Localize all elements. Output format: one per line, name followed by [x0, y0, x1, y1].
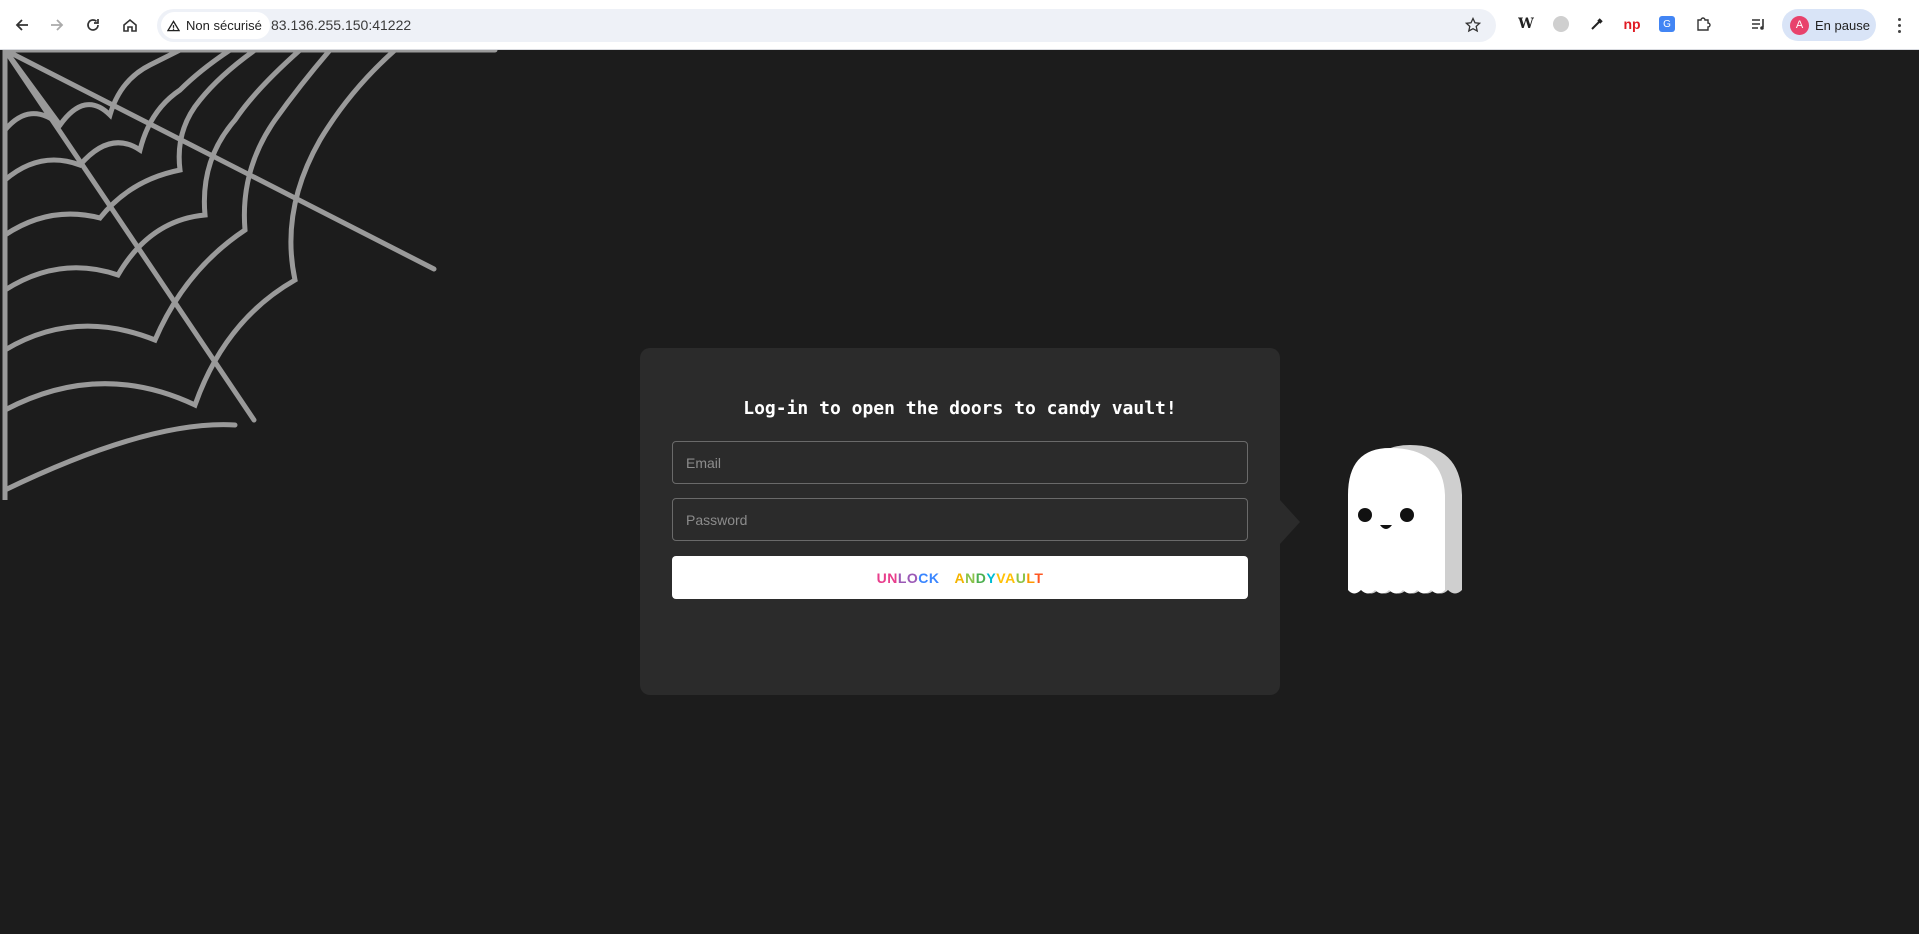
email-field[interactable] [672, 441, 1248, 484]
address-bar[interactable]: Non sécurisé 83.136.255.150:41222 [157, 9, 1496, 42]
forward-button[interactable] [43, 11, 71, 39]
home-button[interactable] [116, 11, 144, 39]
avatar: A [1790, 15, 1809, 35]
bookmark-button[interactable] [1462, 14, 1484, 36]
login-title: Log-in to open the doors to candy vault! [743, 398, 1177, 419]
security-indicator[interactable]: Non sécurisé [161, 12, 270, 39]
back-button[interactable] [8, 11, 36, 39]
home-icon [123, 18, 137, 32]
star-icon [1465, 17, 1481, 33]
spider-web-icon [2, 50, 498, 500]
extension-c-icon [1553, 16, 1569, 32]
translate-extension-button[interactable]: G [1656, 13, 1678, 35]
extensions-button[interactable] [1692, 13, 1714, 35]
password-field[interactable] [672, 498, 1248, 541]
profile-status: En pause [1815, 17, 1870, 33]
speech-bubble-tail [1280, 500, 1300, 544]
forward-icon [51, 19, 64, 31]
wikipedia-extension-button[interactable]: W [1515, 13, 1537, 35]
security-label: Non sécurisé [186, 18, 262, 33]
reload-button[interactable] [79, 11, 107, 39]
puzzle-extensions-icon [1697, 17, 1711, 31]
back-icon [15, 19, 28, 31]
warning-icon [167, 19, 180, 31]
np-extension-icon: np [1623, 16, 1641, 32]
eyedropper-icon [1591, 18, 1603, 30]
np-extension-button[interactable]: np [1621, 13, 1643, 35]
ghost-icon [1348, 445, 1462, 594]
wikipedia-extension-icon: W [1518, 16, 1534, 32]
url-text[interactable]: 83.136.255.150:41222 [271, 17, 411, 33]
menu-button[interactable] [1890, 13, 1908, 37]
reload-icon [87, 19, 99, 31]
unlock-candyvault-button[interactable]: UNLOCK CANDYVAULT [672, 556, 1248, 599]
browser-toolbar: Non sécurisé 83.136.255.150:41222 W np G… [0, 0, 1919, 50]
menu-icon [1897, 17, 1901, 21]
unlock-button-label: UNLOCK CANDYVAULT [876, 569, 1044, 586]
login-card: Log-in to open the doors to candy vault!… [640, 348, 1280, 695]
translate-extension-icon: G [1659, 16, 1675, 32]
eyedropper-extension-button[interactable] [1586, 13, 1608, 35]
profile-button[interactable]: A En pause [1782, 9, 1876, 41]
extension-c-button[interactable] [1550, 13, 1572, 35]
reading-list-icon [1752, 19, 1764, 30]
reading-list-button[interactable] [1747, 13, 1769, 35]
